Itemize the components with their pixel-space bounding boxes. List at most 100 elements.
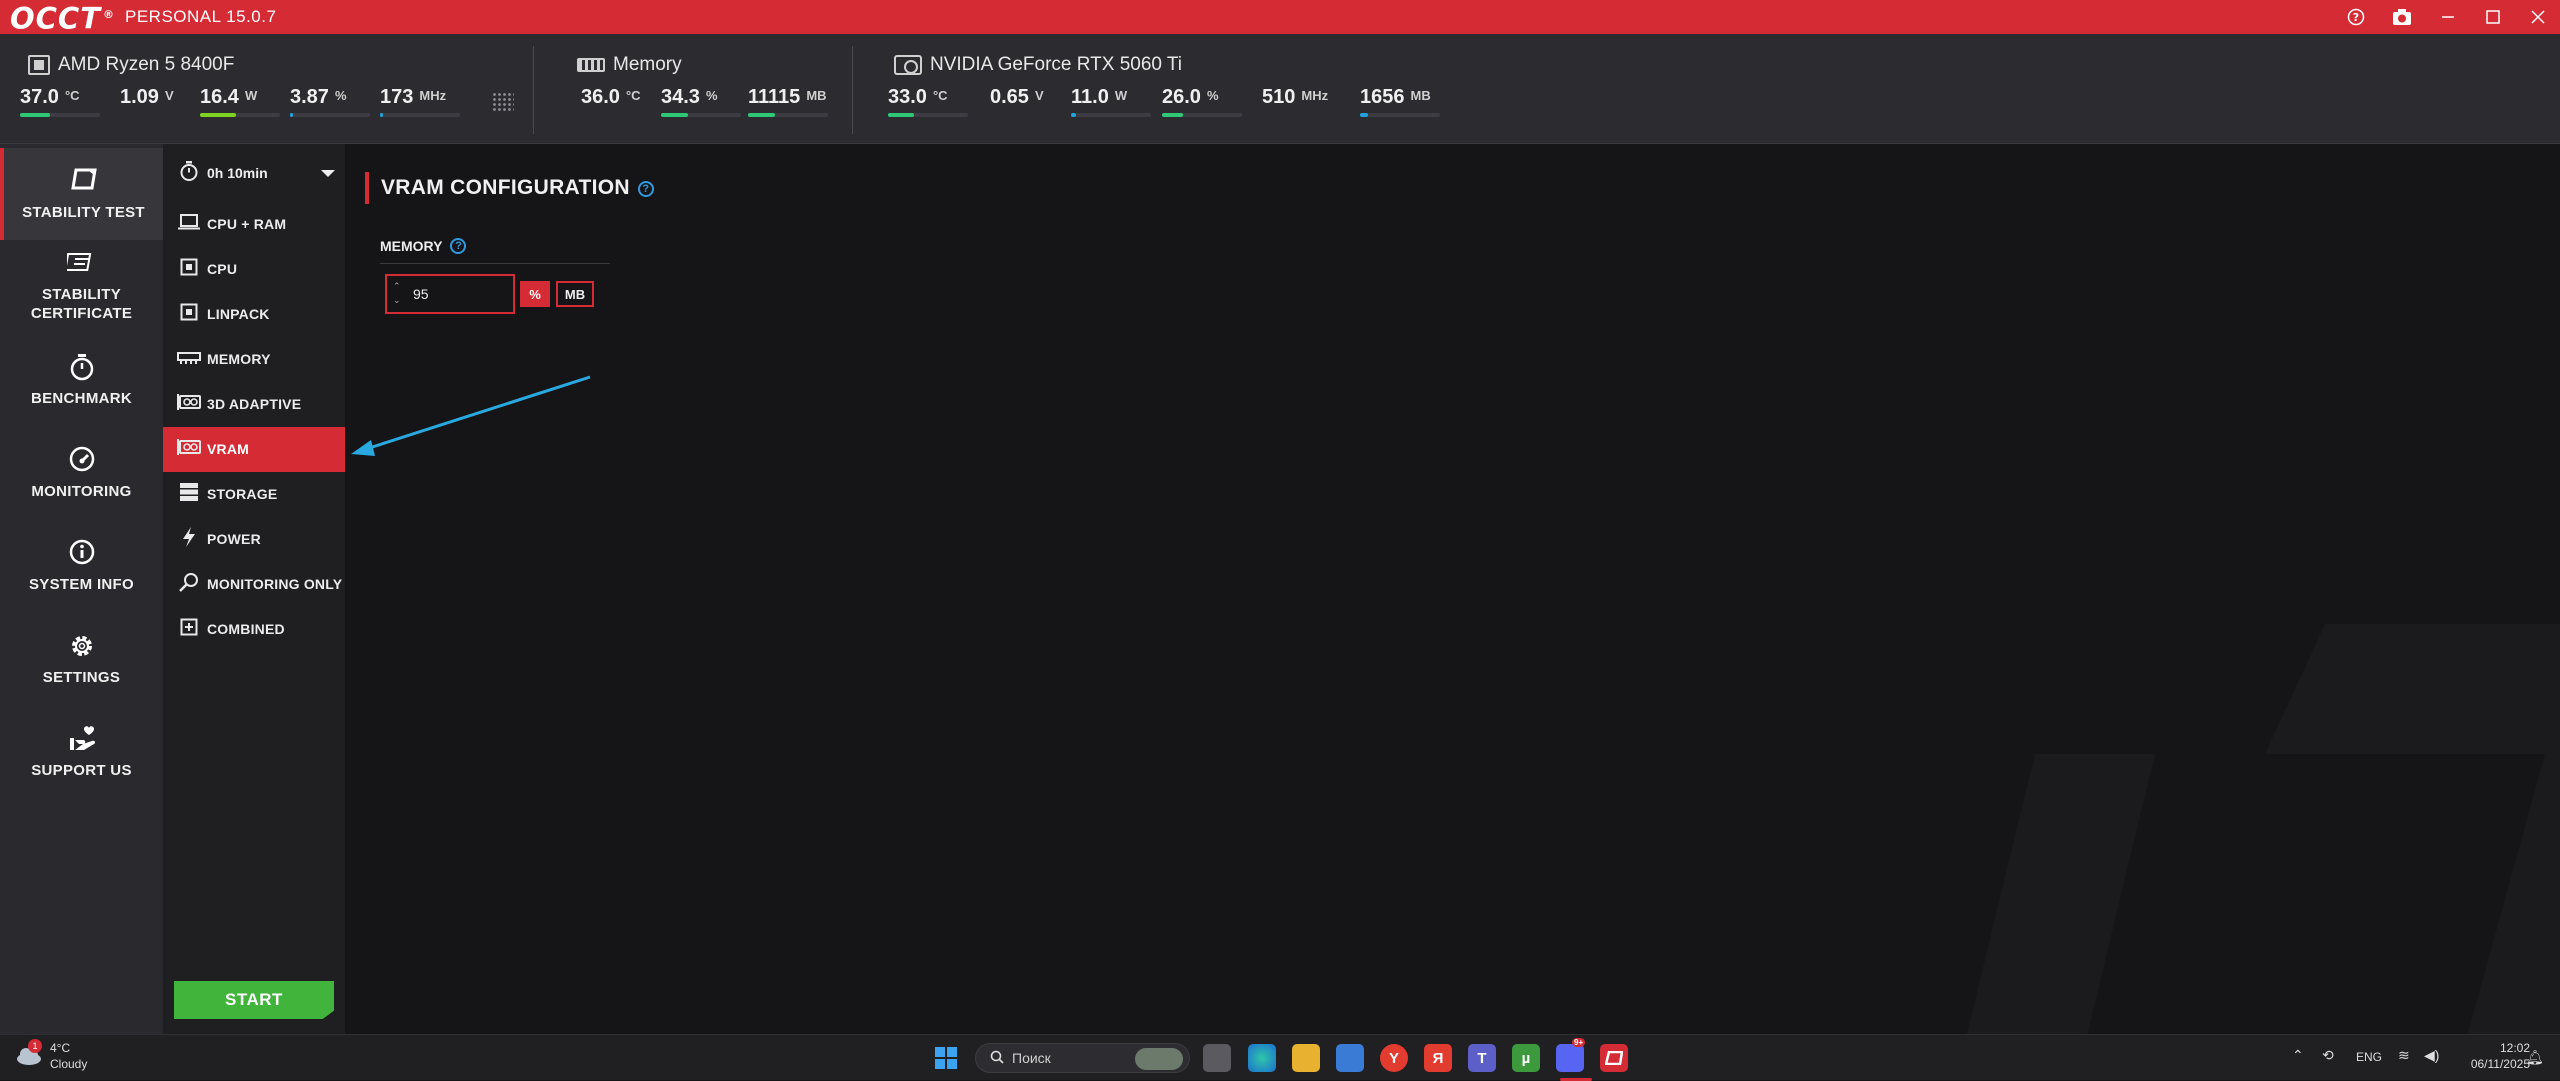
sensor-value: 37.0 (20, 86, 59, 108)
wifi-icon[interactable]: ≋ (2398, 1047, 2410, 1064)
microsoft-store-icon[interactable] (1336, 1044, 1364, 1072)
discord-icon[interactable]: 9+ (1556, 1038, 1586, 1072)
sensor-level-bar (888, 113, 968, 117)
unit-mb-button[interactable]: MB (556, 281, 594, 307)
sensor-value: 33.0 (888, 86, 927, 108)
stopwatch-icon (69, 353, 95, 383)
app-edition: PERSONAL 15.0.7 (125, 7, 277, 26)
nav-label: MONITORING (31, 482, 132, 500)
windows-taskbar: 1 4°C Cloudy Поиск Y Я T µ 9+ ⌃ ⟲ ENG ≋ … (0, 1034, 2560, 1081)
test-item-label: CPU + RAM (207, 215, 287, 232)
yandex-icon[interactable]: Я (1424, 1044, 1452, 1072)
unit-percent-button[interactable]: % (520, 281, 550, 307)
sensor-unit: °C (64, 88, 80, 103)
sensor-unit: MB (1410, 88, 1431, 103)
test-item-label: CPU (207, 260, 238, 277)
help-icon[interactable]: ? (2334, 0, 2378, 34)
minimize-icon[interactable] (2426, 0, 2470, 34)
nav-support-us[interactable]: SUPPORT US (0, 706, 163, 798)
test-item-cpu-ram[interactable]: CPU + RAM (163, 201, 345, 246)
grid-menu-icon[interactable] (492, 92, 514, 112)
search-highlight-image (1135, 1048, 1183, 1070)
help-icon[interactable]: ? (637, 181, 654, 197)
gpu-icon (177, 439, 201, 459)
sensor-unit: W (244, 88, 258, 103)
divider (533, 46, 534, 134)
camera-icon[interactable] (2380, 0, 2424, 34)
lightning-icon (177, 527, 201, 551)
memory-amount-input[interactable]: ⌃ ⌄ (385, 274, 515, 314)
nav-monitoring[interactable]: MONITORING (0, 427, 163, 519)
test-item-cpu[interactable]: CPU (163, 246, 345, 291)
utorrent-icon[interactable]: µ (1512, 1044, 1540, 1072)
clock-date[interactable]: 06/11/2025 (2440, 1057, 2530, 1071)
sensor-level-bar (748, 113, 828, 117)
test-item-3d-adaptive[interactable]: 3D ADAPTIVE (163, 381, 345, 426)
close-icon[interactable] (2516, 0, 2560, 34)
cpu-sensor: 16.4 W (200, 86, 280, 120)
nav-stability-test[interactable]: STABILITY TEST (0, 148, 163, 240)
sensor-level-bar (661, 113, 741, 117)
gauge-icon (69, 446, 95, 476)
ram-icon (177, 349, 201, 368)
language-indicator[interactable]: ENG (2356, 1050, 2382, 1064)
yandex-browser-icon[interactable]: Y (1380, 1044, 1408, 1072)
teams-icon[interactable]: T (1468, 1044, 1496, 1072)
sensor-value: 0.65 (990, 86, 1029, 108)
notification-bell-icon[interactable]: 🔔︎ (2526, 1049, 2544, 1066)
divider (852, 46, 853, 134)
gpu-icon (177, 393, 201, 414)
laptop-icon (177, 213, 201, 234)
duration-dropdown[interactable]: 0h 10min (163, 144, 345, 202)
sensor-unit: °C (625, 88, 641, 103)
cpu-device-title: AMD Ryzen 5 8400F (28, 52, 234, 78)
test-item-label: COMBINED (207, 621, 285, 638)
test-item-vram[interactable]: VRAM (163, 426, 345, 472)
clock-time[interactable]: 12:02 (2440, 1041, 2530, 1055)
occt-taskbar-icon[interactable] (1600, 1044, 1628, 1072)
info-icon (69, 539, 95, 569)
sensor-value: 34.3 (661, 86, 700, 108)
nav-system-info[interactable]: SYSTEM INFO (0, 520, 163, 612)
windows-start-icon[interactable] (932, 1044, 960, 1072)
test-item-power[interactable]: POWER (163, 517, 345, 562)
nav-label: BENCHMARK (30, 389, 133, 407)
chevron-up-icon[interactable]: ⌃ (2292, 1047, 2304, 1064)
cpu-sensor: 3.87% (290, 86, 370, 120)
test-item-monitoring-only[interactable]: MONITORING ONLY (163, 562, 345, 607)
memory-device-title: Memory (577, 52, 682, 78)
discord-badge: 9+ (1572, 1038, 1586, 1047)
sync-icon[interactable]: ⟲ (2322, 1047, 2334, 1064)
sensor-unit: W (1114, 88, 1128, 103)
test-item-storage[interactable]: STORAGE (163, 472, 345, 517)
chevron-down-icon (321, 170, 335, 177)
start-button[interactable]: START (174, 981, 334, 1019)
edge-browser-icon[interactable] (1248, 1044, 1276, 1072)
test-item-linpack[interactable]: LINPACK (163, 291, 345, 336)
nav-settings[interactable]: SETTINGS (0, 613, 163, 705)
test-item-memory[interactable]: MEMORY (163, 336, 345, 381)
file-explorer-icon[interactable] (1292, 1044, 1320, 1072)
help-icon[interactable]: ? (450, 238, 467, 254)
spinner-arrows-icon[interactable]: ⌃ ⌄ (393, 279, 403, 307)
sensor-value: 173 (380, 86, 414, 108)
nav-stability-certificate[interactable]: STABILITY CERTIFICATE (0, 240, 163, 332)
sensor-value: 16.4 (200, 86, 239, 108)
task-view-icon[interactable] (1203, 1044, 1231, 1072)
certificate-icon (63, 249, 97, 279)
nav-label: STABILITY TEST (22, 203, 145, 221)
nav-benchmark[interactable]: BENCHMARK (0, 334, 163, 426)
weather-cloud-icon[interactable]: 1 (14, 1039, 44, 1071)
heart-hand-icon (67, 725, 97, 755)
volume-icon[interactable]: ◀) (2424, 1047, 2439, 1064)
stability-test-icon (70, 167, 98, 197)
sensor-value: 510 (1262, 86, 1296, 108)
sensor-value: 36.0 (581, 86, 620, 108)
taskbar-search[interactable]: Поиск (975, 1043, 1190, 1073)
test-item-combined[interactable]: COMBINED (163, 607, 345, 652)
maximize-icon[interactable] (2471, 0, 2515, 34)
memory-amount-field[interactable] (413, 284, 503, 304)
sensor-level-bar (380, 113, 460, 117)
sensor-unit: V (164, 88, 174, 103)
sensor-unit: % (334, 88, 347, 103)
